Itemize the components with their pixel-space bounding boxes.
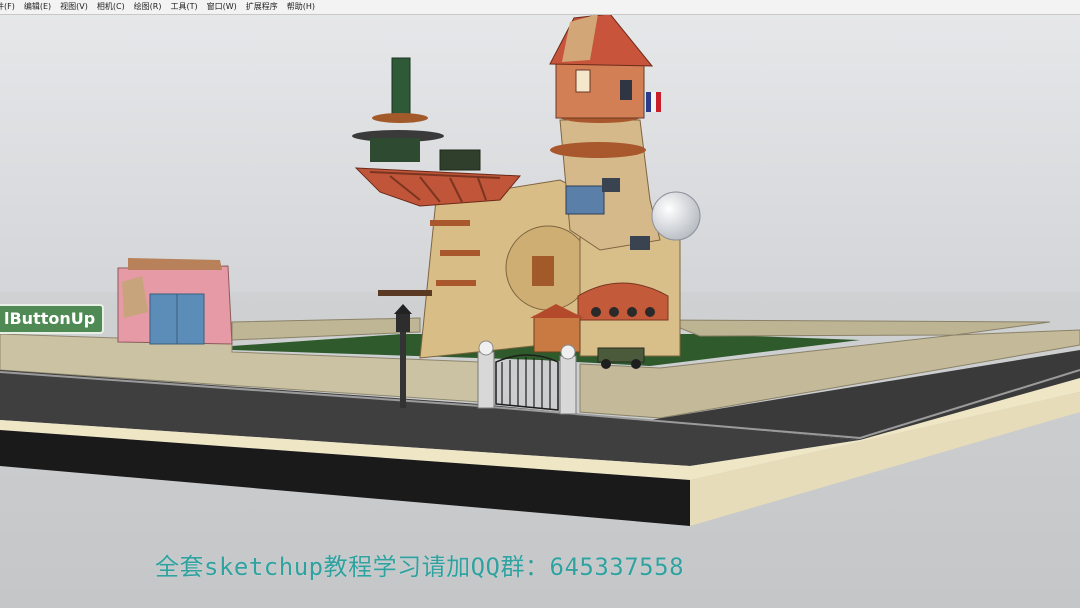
menu-extensions[interactable]: 扩展程序 — [242, 0, 283, 14]
watermark-caption: 全套sketchup教程学习请加QQ群：645337558 — [155, 553, 685, 581]
menu-window[interactable]: 窗口(W) — [203, 0, 242, 14]
menu-draw[interactable]: 绘图(R) — [130, 0, 167, 14]
menu-tools[interactable]: 工具(T) — [167, 0, 203, 14]
pink-building — [117, 258, 233, 345]
menu-edit[interactable]: 编辑(E) — [20, 0, 56, 14]
menu-help[interactable]: 帮助(H) — [283, 0, 320, 14]
menu-view[interactable]: 视图(V) — [56, 0, 93, 14]
menu-file[interactable]: 件(F) — [0, 0, 20, 14]
menu-camera[interactable]: 相机(C) — [93, 0, 130, 14]
mouse-event-badge: lButtonUp — [0, 304, 105, 334]
scene-canvas[interactable] — [0, 15, 1080, 608]
model-viewport[interactable] — [0, 15, 1080, 608]
menu-bar: 件(F) 编辑(E) 视图(V) 相机(C) 绘图(R) 工具(T) 窗口(W)… — [0, 0, 1080, 15]
